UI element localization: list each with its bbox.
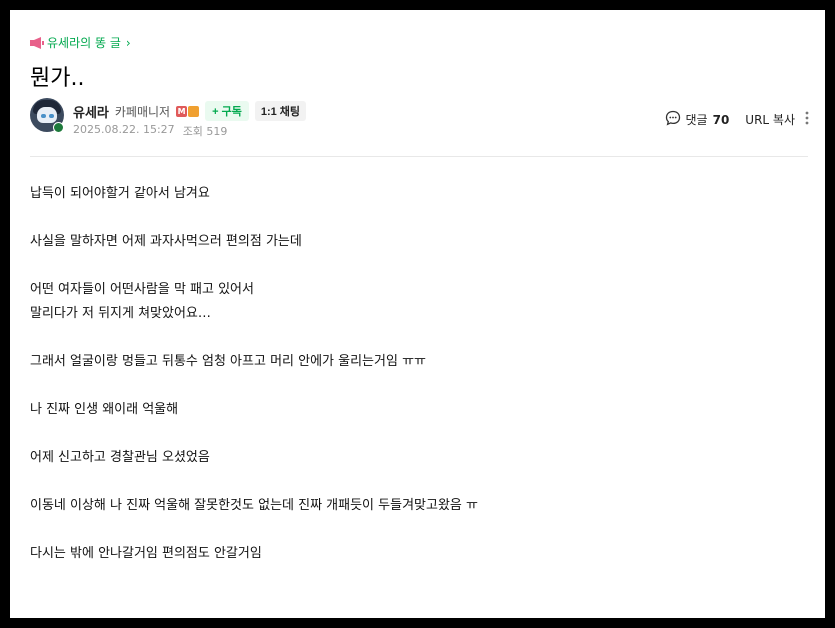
- comment-icon: [665, 110, 681, 129]
- author-row: 유세라 카페매니저 M + 구독 1:1 채팅: [73, 101, 307, 121]
- paragraph-line: 나 진짜 인생 왜이래 억울해: [30, 402, 179, 417]
- comment-count: 70: [712, 112, 730, 127]
- paragraph: 이동네 이상해 나 진짜 억울해 잘못한것도 없는데 진짜 개패듯이 두들겨맞고…: [30, 494, 790, 518]
- paragraph-line: 어제 신고하고 경찰관님 오셨었음: [30, 450, 210, 465]
- comment-button[interactable]: 댓글 70: [665, 110, 730, 129]
- comment-label: 댓글: [685, 113, 708, 127]
- chevron-right-icon: ›: [125, 35, 131, 50]
- url-copy-button[interactable]: URL 복사: [745, 111, 795, 128]
- paragraph: 사실을 말하자면 어제 과자사먹으러 편의점 가는데: [30, 230, 790, 254]
- paragraph: 나 진짜 인생 왜이래 억울해: [30, 398, 790, 422]
- post-meta: 2025.08.22. 15:27 조회 519: [73, 123, 227, 139]
- paragraph-line: 사실을 말하자면 어제 과자사먹으러 편의점 가는데: [30, 234, 302, 249]
- paragraph: 그래서 얼굴이랑 멍들고 뒤통수 엄청 아프고 머리 안에가 울리는거임 ㅠㅠ: [30, 350, 790, 374]
- post-title: 뭔가..: [30, 66, 85, 91]
- paragraph-line: 다시는 밖에 안나갈거임 편의점도 안갈거임: [30, 546, 262, 561]
- megaphone-icon: [30, 36, 44, 49]
- subscribe-button[interactable]: + 구독: [205, 101, 249, 121]
- paragraph: 다시는 밖에 안나갈거임 편의점도 안갈거임: [30, 542, 790, 566]
- post-date: 2025.08.22. 15:27: [73, 123, 175, 136]
- author-name[interactable]: 유세라: [73, 102, 109, 121]
- post-tools: 댓글 70 URL 복사: [665, 110, 810, 129]
- header-divider: [30, 156, 808, 157]
- paragraph-line: 그래서 얼굴이랑 멍들고 뒤통수 엄청 아프고 머리 안에가 울리는거임 ㅠㅠ: [30, 354, 426, 369]
- paragraph: 납득이 되어야할거 같아서 남겨요: [30, 182, 790, 206]
- view-count: 조회 519: [182, 125, 228, 138]
- level-badge-icon: [53, 122, 64, 133]
- manager-badge-icon: M: [176, 105, 200, 117]
- paragraph-line: 납득이 되어야할거 같아서 남겨요: [30, 186, 210, 201]
- chat-button[interactable]: 1:1 채팅: [254, 101, 307, 121]
- author-role: 카페매니저: [114, 104, 171, 119]
- post-page: 유세라의 똥 글 › 뭔가.. 유세라 카페매니저 M + 구독 1:1 채팅 …: [10, 10, 825, 618]
- paragraph-line: 어떤 여자들이 어떤사람을 막 패고 있어서: [30, 282, 254, 297]
- more-vertical-icon[interactable]: [805, 110, 809, 129]
- board-link-label: 유세라의 똥 글: [47, 36, 121, 50]
- paragraph-line: 이동네 이상해 나 진짜 억울해 잘못한것도 없는데 진짜 개패듯이 두들겨맞고…: [30, 498, 478, 513]
- paragraph: 어제 신고하고 경찰관님 오셨었음: [30, 446, 790, 470]
- paragraph: 어떤 여자들이 어떤사람을 막 패고 있어서 말리다가 저 뒤지게 쳐맞았어요…: [30, 278, 790, 326]
- post-content: 납득이 되어야할거 같아서 남겨요 사실을 말하자면 어제 과자사먹으러 편의점…: [30, 182, 790, 590]
- paragraph-line: 말리다가 저 뒤지게 쳐맞았어요…: [30, 306, 211, 321]
- board-link[interactable]: 유세라의 똥 글 ›: [30, 34, 131, 51]
